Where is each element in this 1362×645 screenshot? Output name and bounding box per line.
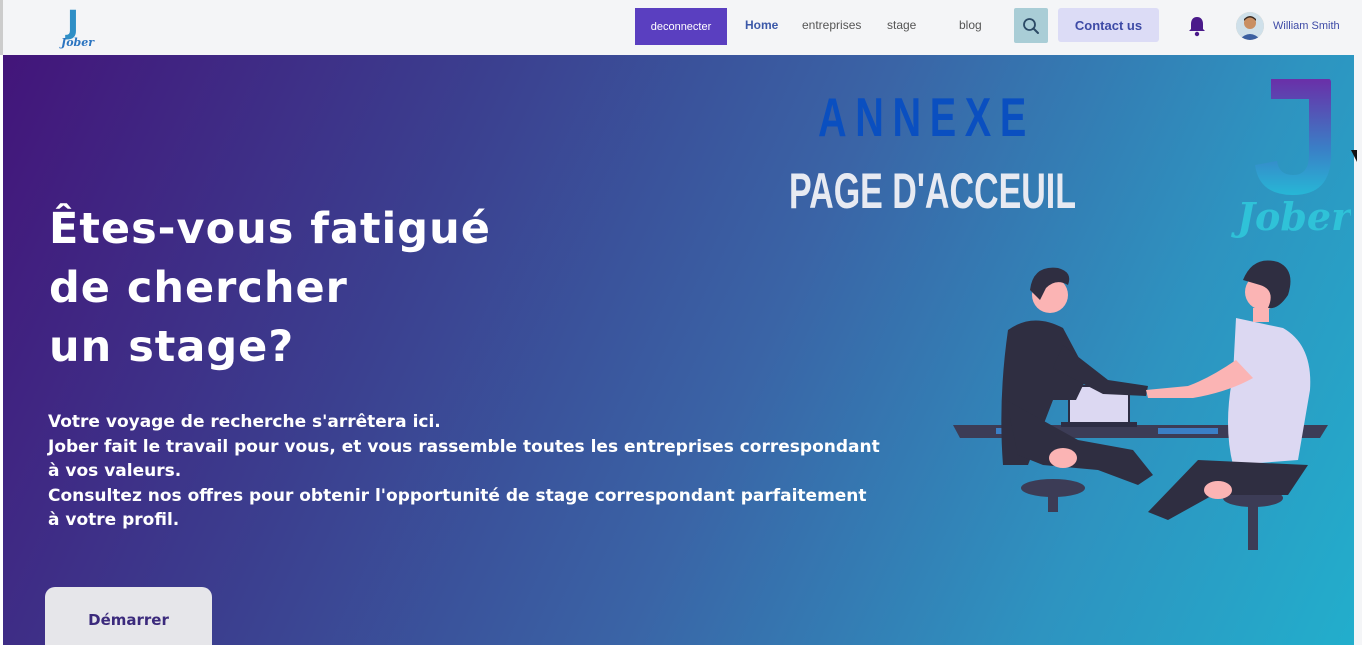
- jober-large-logo: Jober: [1231, 79, 1351, 239]
- hero-description-line: Consultez nos offres pour obtenir l'oppo…: [48, 485, 867, 506]
- jober-logo[interactable]: J Jober: [59, 4, 99, 50]
- hero-title-line: de chercher: [49, 263, 348, 313]
- page-accueil-heading: PAGE D'ACCEUIL: [789, 163, 1077, 219]
- hero-description: Votre voyage de recherche s'arrêtera ici…: [48, 410, 908, 533]
- annexe-heading: ANNEXE: [818, 86, 1035, 148]
- handshake-illustration: [953, 260, 1328, 550]
- hero-title: Êtes-vous fatigué de chercher un stage?: [49, 200, 491, 377]
- hero-description-line: à votre profil.: [48, 510, 180, 530]
- contact-us-button[interactable]: Contact us: [1058, 8, 1159, 42]
- nav-link-blog[interactable]: blog: [959, 18, 982, 32]
- hero-description-line: à vos valeurs.: [48, 461, 182, 481]
- user-avatar-icon: [1236, 12, 1264, 40]
- hero-title-line: un stage?: [49, 322, 295, 372]
- large-logo-wordmark: Jober: [1231, 194, 1351, 239]
- demarrer-button[interactable]: Démarrer: [45, 587, 212, 645]
- hero-section: Êtes-vous fatigué de chercher un stage? …: [3, 55, 1354, 645]
- logo-wordmark: Jober: [61, 36, 95, 49]
- bell-icon[interactable]: [1187, 15, 1207, 37]
- hero-title-line: Êtes-vous fatigué: [49, 204, 491, 254]
- avatar[interactable]: [1236, 12, 1264, 40]
- search-button[interactable]: [1014, 8, 1048, 43]
- page-side-bar: [1354, 55, 1362, 645]
- nav-link-entreprises[interactable]: entreprises: [802, 18, 861, 32]
- logo-j-glyph: J: [67, 3, 79, 41]
- corner-mark: [1351, 150, 1357, 162]
- user-name[interactable]: William Smith: [1273, 20, 1340, 32]
- navbar: J Jober deconnecter Home entreprises sta…: [0, 0, 1362, 55]
- nav-link-home[interactable]: Home: [745, 18, 778, 32]
- search-icon: [1023, 17, 1039, 34]
- nav-link-stage[interactable]: stage: [887, 18, 916, 32]
- hero-description-line: Jober fait le travail pour vous, et vous…: [48, 436, 880, 457]
- deconnecter-button[interactable]: deconnecter: [635, 8, 727, 45]
- hero-description-line: Votre voyage de recherche s'arrêtera ici…: [48, 412, 441, 432]
